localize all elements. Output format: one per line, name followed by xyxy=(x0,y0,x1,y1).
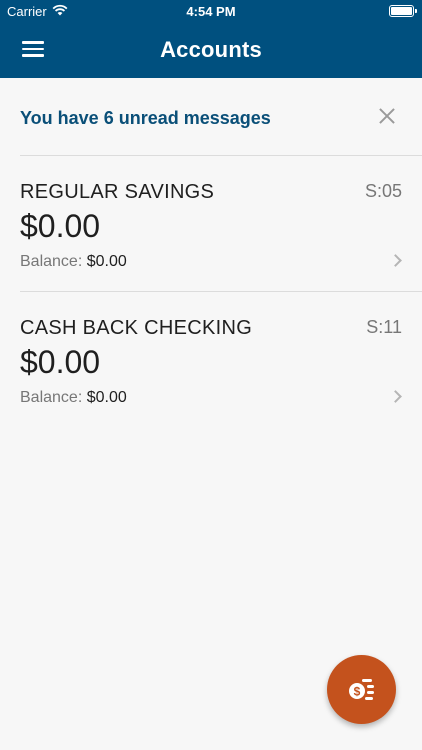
account-amount: $0.00 xyxy=(20,344,101,380)
close-icon[interactable] xyxy=(378,107,396,125)
account-balance: Balance: $0.00 xyxy=(20,389,127,407)
account-balance: Balance: $0.00 xyxy=(20,253,127,271)
svg-text:$: $ xyxy=(354,685,361,699)
unread-messages-banner[interactable]: You have 6 unread messages xyxy=(0,78,422,156)
account-code: S:05 xyxy=(364,181,402,201)
account-amount: $0.00 xyxy=(20,208,101,244)
status-bar: Carrier 4:54 PM xyxy=(0,0,422,24)
balance-label: Balance: xyxy=(20,253,83,270)
unread-messages-text[interactable]: You have 6 unread messages xyxy=(20,108,271,129)
chevron-right-icon xyxy=(389,390,402,403)
balance-value: $0.00 xyxy=(86,389,127,406)
balance-value: $0.00 xyxy=(86,253,127,270)
transfer-money-button[interactable]: $ xyxy=(327,655,396,724)
transfer-money-icon: $ xyxy=(349,679,374,700)
account-row-regular-savings[interactable]: REGULAR SAVINGS S:05 $0.00 Balance: $0.0… xyxy=(0,156,422,292)
status-time: 4:54 PM xyxy=(186,4,236,19)
account-row-cash-back-checking[interactable]: CASH BACK CHECKING S:11 $0.00 Balance: $… xyxy=(0,292,422,428)
battery-icon xyxy=(389,5,417,17)
nav-bar: Accounts xyxy=(0,24,422,78)
page-title: Accounts xyxy=(160,37,262,62)
account-code: S:11 xyxy=(366,317,402,337)
top-bar: Carrier 4:54 PM Accounts xyxy=(0,0,422,78)
account-name: REGULAR SAVINGS xyxy=(20,181,215,203)
account-name: CASH BACK CHECKING xyxy=(20,317,253,339)
chevron-right-icon xyxy=(389,254,402,267)
balance-label: Balance: xyxy=(20,389,83,406)
